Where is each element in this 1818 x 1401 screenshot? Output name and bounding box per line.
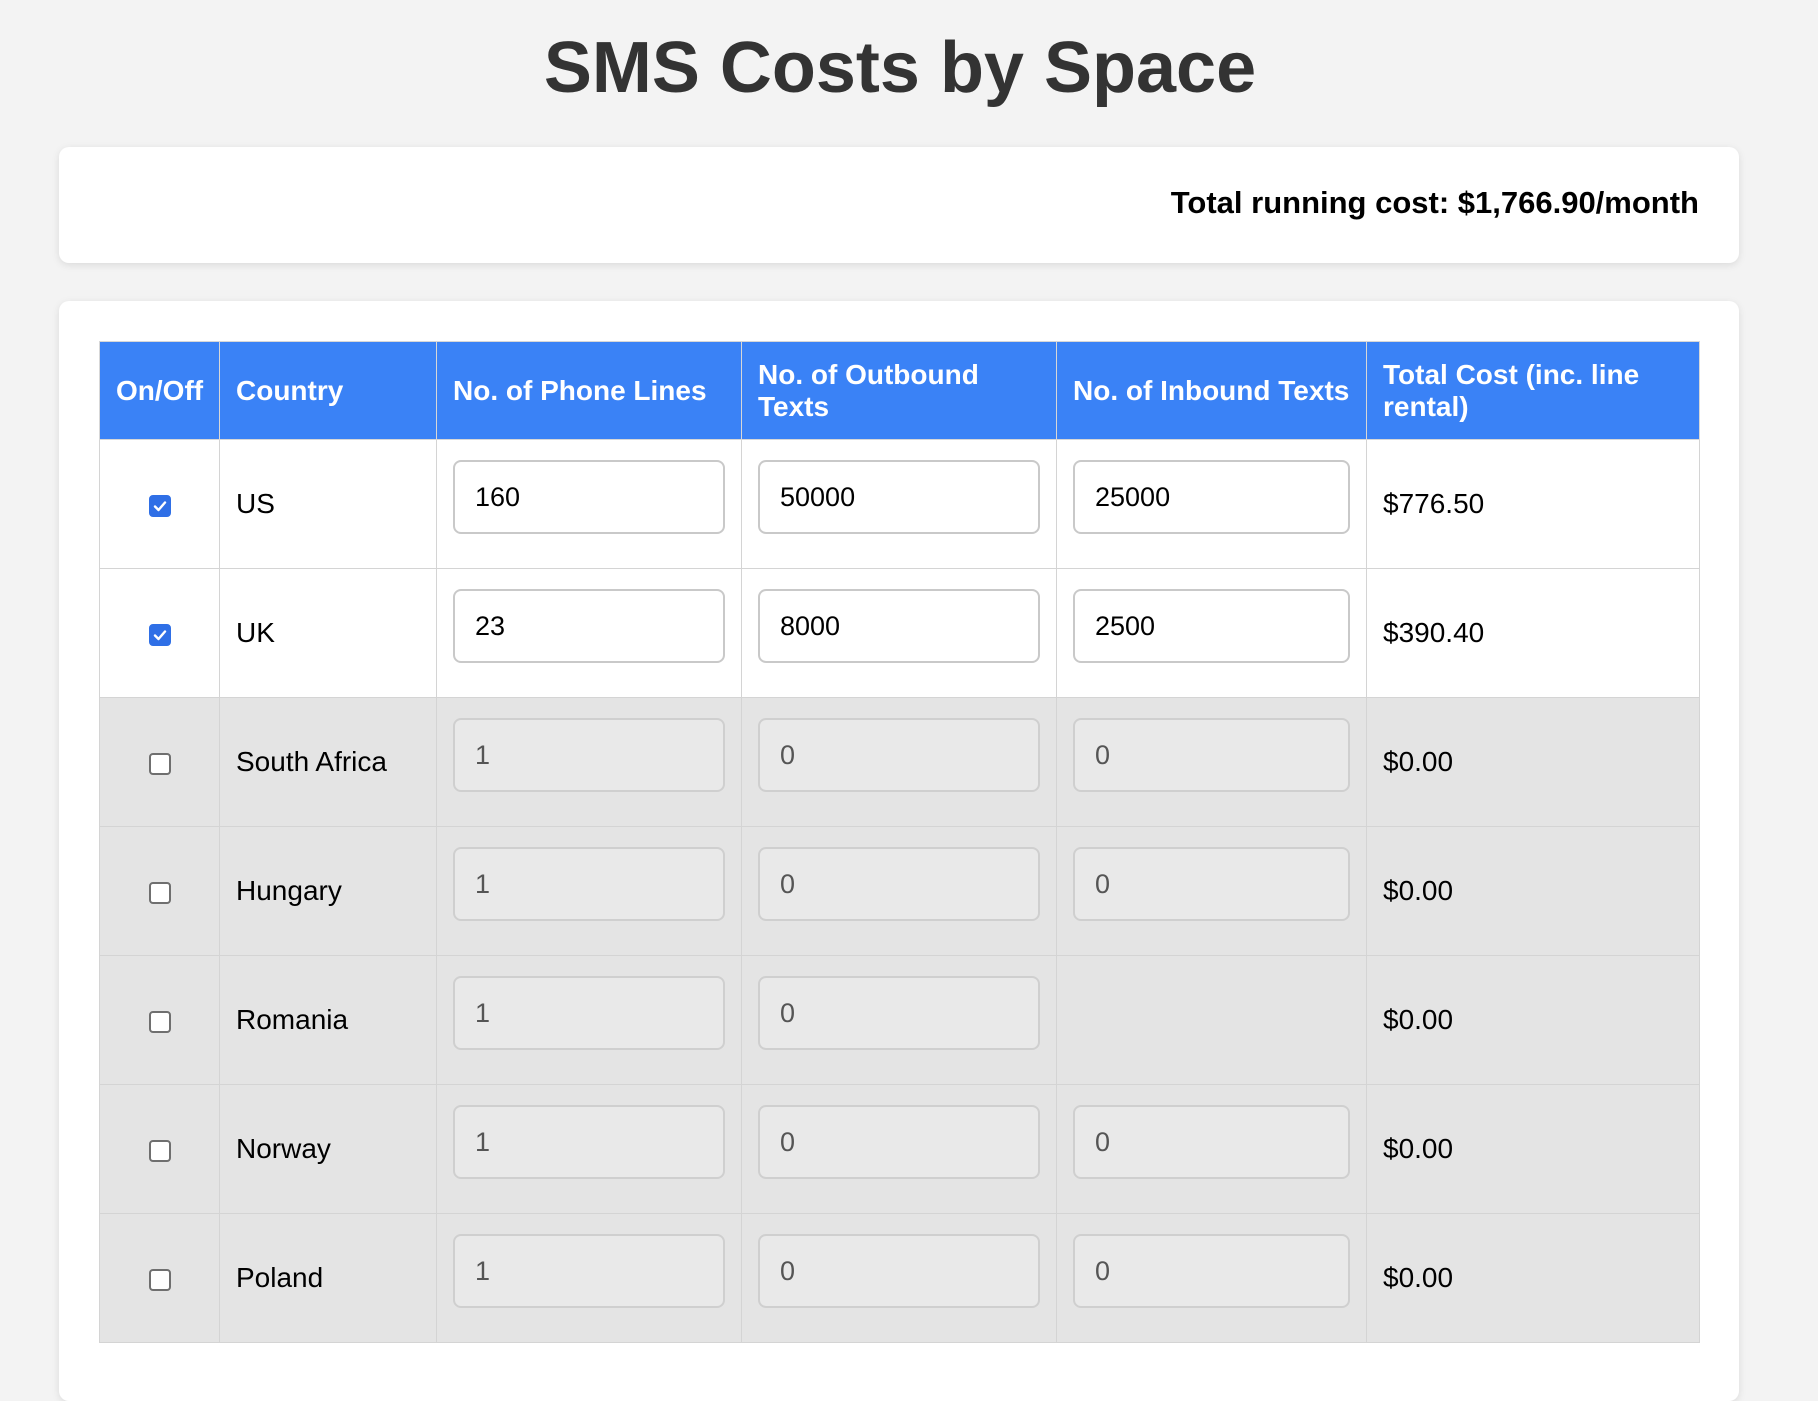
phone-lines-input[interactable] [453, 460, 725, 534]
country-cell: South Africa [219, 697, 437, 827]
inbound-texts-cell [1056, 1084, 1367, 1214]
table-row: Norway $0.00 [99, 1084, 1700, 1214]
row-toggle-checkbox[interactable] [148, 1010, 171, 1033]
table-card: On/Off Country No. of Phone Lines No. of… [59, 301, 1739, 1401]
outbound-texts-input[interactable] [758, 1105, 1040, 1179]
row-toggle-checkbox[interactable] [148, 752, 171, 775]
outbound-texts-input[interactable] [758, 1234, 1040, 1308]
outbound-texts-cell [741, 568, 1057, 698]
summary-card: Total running cost: $1,766.90/month [59, 147, 1739, 263]
phone-lines-cell [436, 568, 742, 698]
row-toggle-checkbox[interactable] [148, 881, 171, 904]
header-country: Country [219, 341, 437, 440]
inbound-texts-input[interactable] [1073, 718, 1350, 792]
inbound-texts-cell [1056, 826, 1367, 956]
table-row: Hungary $0.00 [99, 826, 1700, 956]
phone-lines-cell [436, 1213, 742, 1343]
on-off-cell [99, 697, 220, 827]
country-cell: US [219, 439, 437, 569]
inbound-texts-cell [1056, 439, 1367, 569]
page-title: SMS Costs by Space [543, 28, 1257, 108]
outbound-texts-input[interactable] [758, 589, 1040, 663]
header-phone-lines: No. of Phone Lines [436, 341, 742, 440]
row-toggle-checkbox[interactable] [148, 494, 171, 517]
phone-lines-input[interactable] [453, 589, 725, 663]
on-off-cell [99, 568, 220, 698]
country-cell: Romania [219, 955, 437, 1085]
phone-lines-input[interactable] [453, 847, 725, 921]
outbound-texts-cell [741, 439, 1057, 569]
phone-lines-input[interactable] [453, 718, 725, 792]
on-off-cell [99, 955, 220, 1085]
phone-lines-input[interactable] [453, 1234, 725, 1308]
phone-lines-cell [436, 697, 742, 827]
country-cell: Hungary [219, 826, 437, 956]
row-toggle-checkbox[interactable] [148, 1139, 171, 1162]
country-cell: Norway [219, 1084, 437, 1214]
inbound-texts-input[interactable] [1073, 1105, 1350, 1179]
inbound-texts-cell [1056, 697, 1367, 827]
table-row: Poland $0.00 [99, 1213, 1700, 1343]
total-running-cost: Total running cost: $1,766.90/month [1170, 185, 1699, 220]
phone-lines-cell [436, 826, 742, 956]
inbound-texts-cell [1056, 955, 1367, 1085]
total-cost-cell: $0.00 [1366, 697, 1700, 827]
outbound-texts-input[interactable] [758, 718, 1040, 792]
table-row: South Africa $0.00 [99, 697, 1700, 827]
total-cost-cell: $0.00 [1366, 1084, 1700, 1214]
on-off-cell [99, 826, 220, 956]
total-cost-cell: $0.00 [1366, 1213, 1700, 1343]
total-cost-cell: $390.40 [1366, 568, 1700, 698]
row-toggle-checkbox[interactable] [148, 623, 171, 646]
outbound-texts-input[interactable] [758, 847, 1040, 921]
inbound-texts-input[interactable] [1073, 1234, 1350, 1308]
country-cell: Poland [219, 1213, 437, 1343]
on-off-cell [99, 439, 220, 569]
header-total-cost: Total Cost (inc. line rental) [1366, 341, 1700, 440]
row-toggle-checkbox[interactable] [148, 1268, 171, 1291]
table-row: US $776.50 [99, 439, 1700, 569]
header-on-off: On/Off [99, 341, 220, 440]
phone-lines-cell [436, 955, 742, 1085]
phone-lines-input[interactable] [453, 1105, 725, 1179]
inbound-texts-cell [1056, 1213, 1367, 1343]
phone-lines-cell [436, 439, 742, 569]
header-outbound-texts: No. of Outbound Texts [741, 341, 1057, 440]
inbound-texts-input[interactable] [1073, 589, 1350, 663]
inbound-texts-cell [1056, 568, 1367, 698]
outbound-texts-cell [741, 826, 1057, 956]
header-inbound-texts: No. of Inbound Texts [1056, 341, 1367, 440]
phone-lines-input[interactable] [453, 976, 725, 1050]
outbound-texts-cell [741, 1213, 1057, 1343]
total-cost-cell: $776.50 [1366, 439, 1700, 569]
outbound-texts-cell [741, 697, 1057, 827]
phone-lines-cell [436, 1084, 742, 1214]
outbound-texts-input[interactable] [758, 976, 1040, 1050]
country-cell: UK [219, 568, 437, 698]
table-body: US$776.50UK$390.40South Africa$0.00Hunga… [99, 439, 1700, 1343]
table-row: UK $390.40 [99, 568, 1700, 698]
table-header-row: On/Off Country No. of Phone Lines No. of… [99, 341, 1700, 440]
total-cost-cell: $0.00 [1366, 955, 1700, 1085]
inbound-texts-input[interactable] [1073, 847, 1350, 921]
on-off-cell [99, 1084, 220, 1214]
on-off-cell [99, 1213, 220, 1343]
sms-cost-table: On/Off Country No. of Phone Lines No. of… [99, 341, 1700, 1343]
total-cost-cell: $0.00 [1366, 826, 1700, 956]
outbound-texts-input[interactable] [758, 460, 1040, 534]
inbound-texts-input[interactable] [1073, 460, 1350, 534]
outbound-texts-cell [741, 955, 1057, 1085]
outbound-texts-cell [741, 1084, 1057, 1214]
table-row: Romania $0.00 [99, 955, 1700, 1085]
